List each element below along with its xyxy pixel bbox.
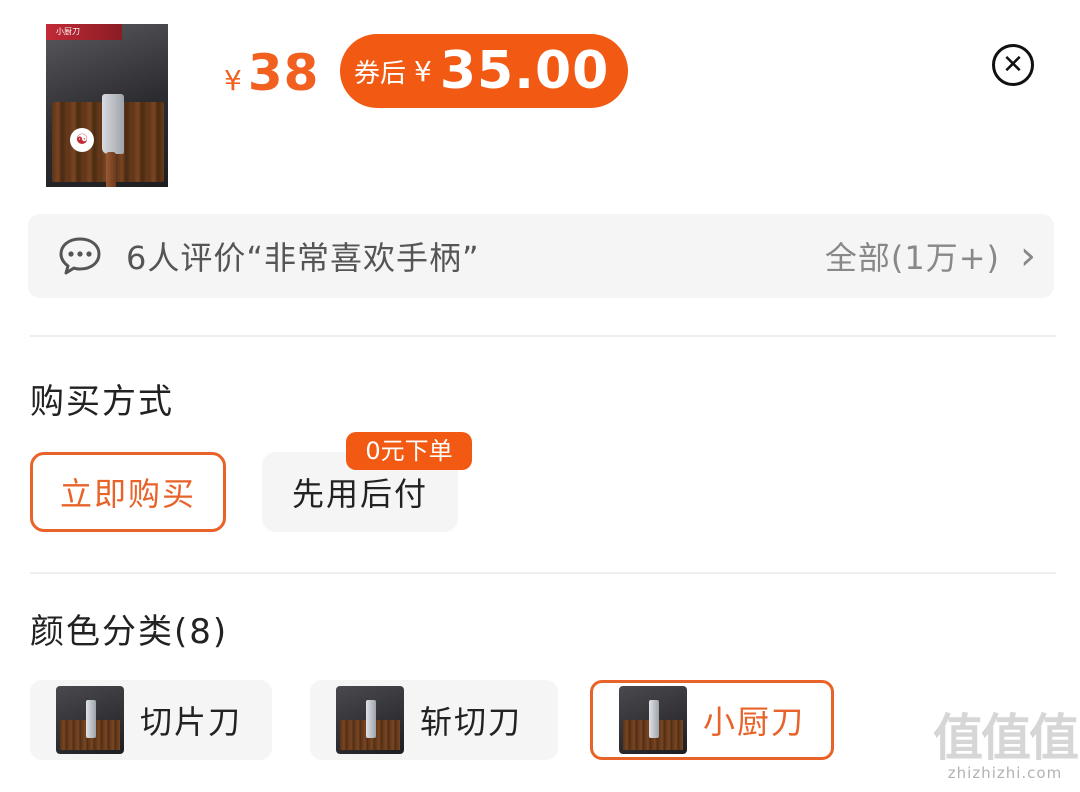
variant-thumbnail — [336, 686, 404, 754]
site-watermark: 值值值 zhizhizhi.com — [930, 712, 1080, 782]
coupon-price-badge: 券后 ¥ 35.00 — [340, 34, 628, 108]
current-price: ¥ 38 — [224, 44, 319, 102]
all-reviews-link[interactable]: 全部(1万+) — [825, 233, 1000, 279]
chevron-right-icon: › — [1020, 233, 1036, 279]
chat-bubble-icon — [58, 236, 102, 276]
close-icon[interactable]: ✕ — [992, 44, 1034, 86]
knife-image — [366, 700, 376, 738]
thumbnail-tag: 小厨刀 — [46, 24, 122, 40]
variant-label: 斩切刀 — [420, 703, 523, 741]
variant-thumbnail — [619, 686, 687, 754]
sku-selection-panel: 小厨刀 ☯ ¥ 38 券后 ¥ 35.00 ✕ 6人评价“非常喜欢手柄” 全部(… — [0, 0, 1080, 792]
divider — [30, 572, 1056, 574]
knife-image — [86, 700, 96, 738]
variant-thumbnail — [56, 686, 124, 754]
buy-now-option[interactable]: 立即购买 — [30, 452, 226, 532]
knife-image — [649, 700, 659, 738]
watermark-url: zhizhizhi.com — [947, 764, 1063, 782]
knife-handle-image — [106, 152, 116, 187]
purchase-method-title: 购买方式 — [30, 382, 174, 422]
variant-option[interactable]: 斩切刀 — [310, 680, 558, 760]
review-summary-text: 6人评价“非常喜欢手柄” — [126, 239, 480, 277]
price-currency: ¥ — [224, 64, 242, 97]
brand-logo-icon: ☯ — [70, 128, 94, 152]
divider — [30, 335, 1056, 337]
variant-option[interactable]: 切片刀 — [30, 680, 272, 760]
review-summary-bar[interactable]: 6人评价“非常喜欢手柄” 全部(1万+) › — [28, 214, 1054, 298]
pay-later-label: 先用后付 — [291, 475, 428, 513]
product-thumbnail[interactable]: 小厨刀 ☯ — [46, 24, 168, 187]
knife-blade-image — [102, 94, 124, 154]
price-amount: 38 — [247, 44, 320, 102]
variant-label: 切片刀 — [140, 703, 243, 741]
watermark-logo: 值值值 — [933, 709, 1079, 767]
zero-down-badge: 0元下单 — [346, 432, 472, 470]
coupon-currency: ¥ — [414, 54, 432, 88]
coupon-price: 35.00 — [439, 41, 610, 101]
color-category-title: 颜色分类(8) — [30, 612, 229, 652]
variant-label: 小厨刀 — [703, 703, 806, 741]
buy-now-label: 立即购买 — [59, 475, 196, 513]
coupon-label: 券后 — [354, 58, 407, 89]
variant-option-selected[interactable]: 小厨刀 — [590, 680, 834, 760]
